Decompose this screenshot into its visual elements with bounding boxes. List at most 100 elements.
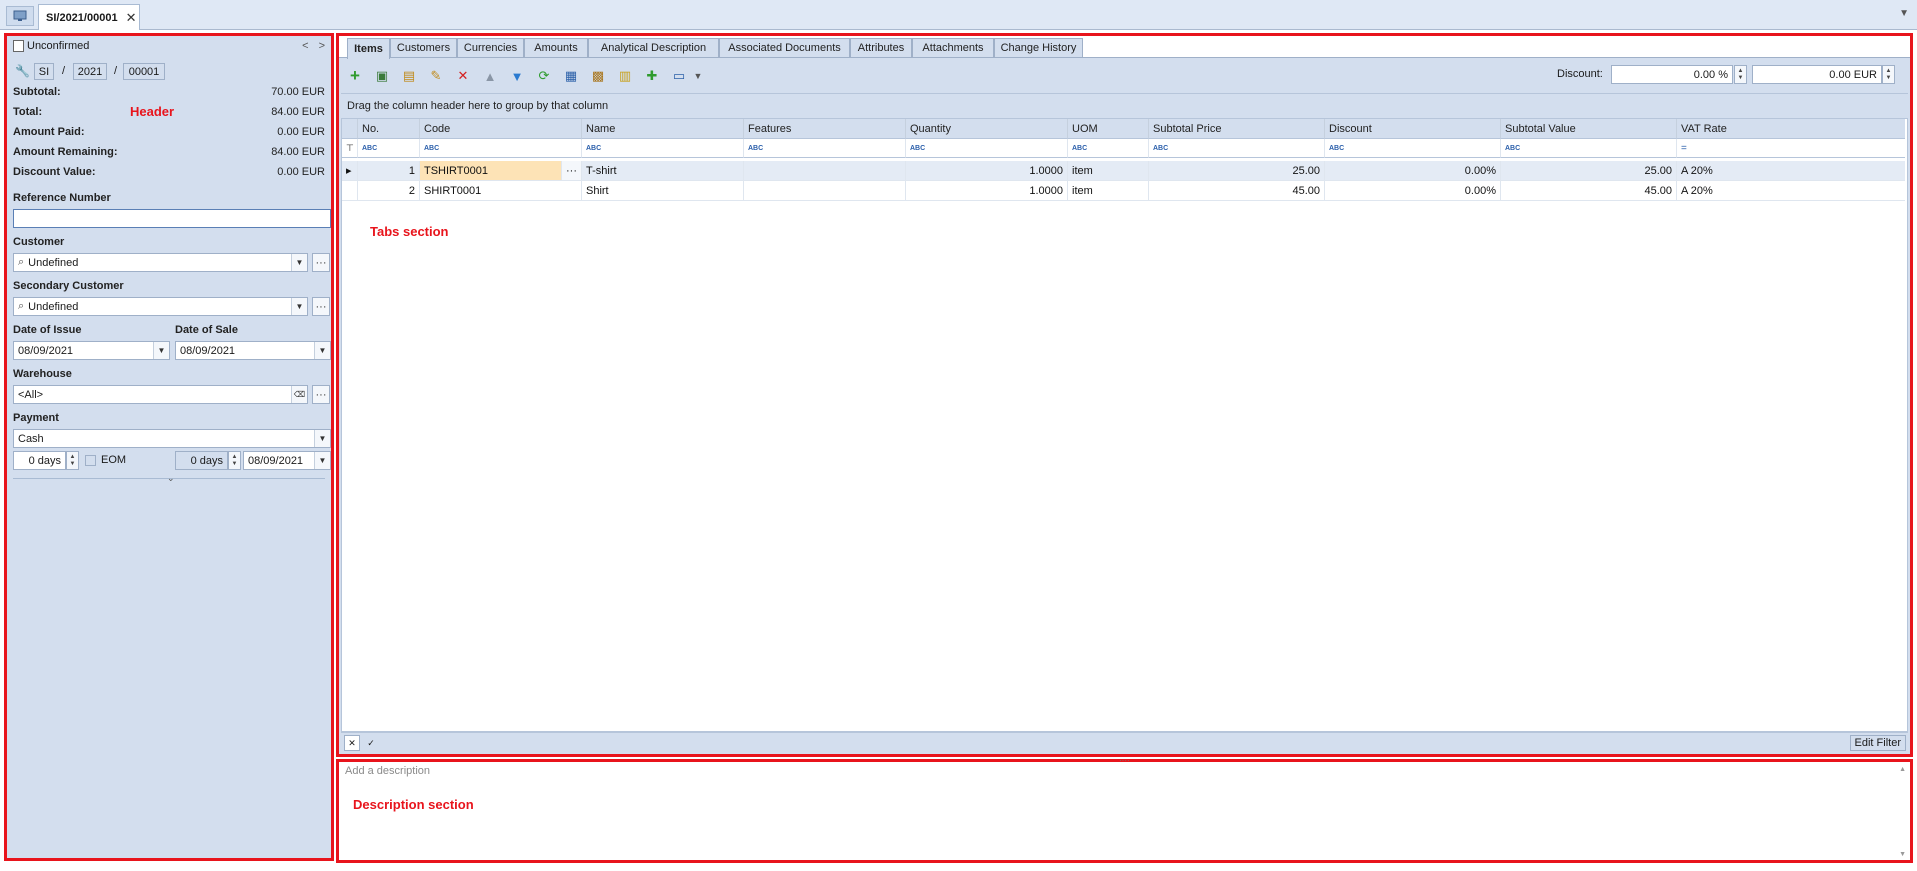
chevron-down-icon[interactable]: ▼ [689,67,707,85]
close-tab-icon[interactable]: ✕ [126,10,137,26]
description-input[interactable]: Add a description [345,765,430,777]
scroll-down-icon[interactable]: ▼ [1899,851,1906,858]
due-days-input[interactable]: 0 days [175,451,228,470]
chevron-down-icon[interactable]: ▼ [291,254,307,271]
refresh-icon[interactable]: ⟳ [535,67,553,85]
tab-attributes[interactable]: Attributes [850,38,912,58]
code-more-button[interactable]: ··· [562,161,582,181]
chevron-down-icon[interactable]: ▼ [153,342,169,359]
group-by-area[interactable]: Drag the column header here to group by … [341,93,1908,118]
column-header-features[interactable]: Features [744,119,906,139]
table-cell[interactable]: 0.00% [1325,161,1501,181]
desktop-icon[interactable] [6,6,34,26]
document-tab[interactable]: SI/2021/00001 ✕ [38,4,140,30]
table-cell[interactable]: 45.00 [1149,181,1325,201]
column-header-code[interactable]: Code [420,119,582,139]
filter-pin-icon[interactable]: ⊤ [342,139,358,158]
filter-quantity[interactable]: ABC [906,139,1068,158]
eraser-icon[interactable]: ⌫ [291,386,307,403]
discount-percent-spinner[interactable]: ▲ ▼ [1734,65,1747,84]
package-icon[interactable]: ▩ [589,67,607,85]
view-options-icon[interactable]: ▭ [670,67,688,85]
move-up-icon[interactable]: ▲ [481,67,499,85]
table-cell[interactable]: A 20% [1677,181,1905,201]
due-days-spinner[interactable]: ▲ ▼ [228,451,241,470]
tab-amounts[interactable]: Amounts [524,38,588,58]
add-folder-icon[interactable]: ▤ [400,67,418,85]
filter-no[interactable]: ABC [358,139,420,158]
payment-days-spinner[interactable]: ▲ ▼ [66,451,79,470]
table-cell[interactable]: SHIRT0001 [420,181,582,201]
number-prefix[interactable]: SI [34,63,54,80]
filter-uom[interactable]: ABC [1068,139,1149,158]
payment-select[interactable]: Cash ▼ [13,429,331,448]
table-cell[interactable]: 1.0000 [906,181,1068,201]
discount-amount-input[interactable]: 0.00 EUR [1752,65,1882,84]
chevron-down-icon[interactable]: ▼ [314,430,330,447]
eom-checkbox[interactable] [85,455,96,466]
table-cell[interactable]: item [1068,161,1149,181]
filter-features[interactable]: ABC [744,139,906,158]
table-cell[interactable] [744,181,906,201]
tab-analytical-description[interactable]: Analytical Description [588,38,719,58]
filter-code[interactable]: ABC [420,139,582,158]
filter-discount[interactable]: ABC [1325,139,1501,158]
discount-percent-input[interactable]: 0.00 % [1611,65,1733,84]
tab-attachments[interactable]: Attachments [912,38,994,58]
chart-icon[interactable]: ▥ [616,67,634,85]
clear-filter-icon[interactable]: ✕ [344,735,360,751]
date-of-sale-input[interactable]: 08/09/2021 ▼ [175,341,331,360]
prev-arrow-icon[interactable]: < [302,40,308,52]
table-cell[interactable]: 0.00% [1325,181,1501,201]
number-seq[interactable]: 00001 [123,63,165,80]
edit-icon[interactable]: ✎ [427,67,445,85]
row-selector[interactable] [342,181,358,201]
calculate-icon[interactable]: ✚ [643,67,661,85]
table-cell[interactable]: 1 [358,161,420,181]
filter-enabled-checkbox[interactable]: ✓ [363,735,379,751]
document-icon[interactable]: ▦ [562,67,580,85]
filter-name[interactable]: ABC [582,139,744,158]
delete-icon[interactable]: ✕ [454,67,472,85]
number-year[interactable]: 2021 [73,63,107,80]
scroll-up-icon[interactable]: ▲ [1899,766,1906,773]
table-cell[interactable]: 45.00 [1501,181,1677,201]
move-down-icon[interactable]: ▼ [508,67,526,85]
table-cell[interactable]: 25.00 [1501,161,1677,181]
table-cell[interactable]: A 20% [1677,161,1905,181]
chevron-down-icon[interactable]: ▼ [314,452,330,469]
table-cell[interactable]: T-shirt [582,161,744,181]
wrench-icon[interactable]: 🔧 [15,64,30,78]
reference-number-input[interactable] [13,209,331,228]
discount-amount-spinner[interactable]: ▲ ▼ [1882,65,1895,84]
chevron-down-icon[interactable]: ▼ [1899,8,1909,19]
payment-days-input[interactable]: 0 days [13,451,66,470]
secondary-customer-more-button[interactable]: ··· [312,297,330,316]
chevron-down-icon[interactable]: ▼ [291,298,307,315]
table-cell-selected[interactable]: TSHIRT0001 [420,161,562,181]
column-header-quantity[interactable]: Quantity [906,119,1068,139]
column-header-discount[interactable]: Discount [1325,119,1501,139]
tab-customers[interactable]: Customers [390,38,457,58]
table-cell[interactable]: 1.0000 [906,161,1068,181]
customer-more-button[interactable]: ··· [312,253,330,272]
table-cell[interactable]: 25.00 [1149,161,1325,181]
table-cell[interactable]: Shirt [582,181,744,201]
tab-associated-documents[interactable]: Associated Documents [719,38,850,58]
column-header-subtotal-value[interactable]: Subtotal Value [1501,119,1677,139]
filter-subtotal-price[interactable]: ABC [1149,139,1325,158]
customer-input[interactable]: ⌕ Undefined ▼ [13,253,308,272]
table-cell[interactable]: 2 [358,181,420,201]
warehouse-more-button[interactable]: ··· [312,385,330,404]
due-date-input[interactable]: 08/09/2021 ▼ [243,451,331,470]
column-header-name[interactable]: Name [582,119,744,139]
column-header-no[interactable]: No. [358,119,420,139]
table-cell[interactable]: item [1068,181,1149,201]
row-selector-icon[interactable]: ▸ [342,161,358,181]
tab-items[interactable]: Items [347,38,390,59]
column-header-vat-rate[interactable]: VAT Rate [1677,119,1905,139]
column-header-uom[interactable]: UOM [1068,119,1149,139]
tab-change-history[interactable]: Change History [994,38,1083,58]
table-cell[interactable] [744,161,906,181]
warehouse-input[interactable]: <All> ⌫ [13,385,308,404]
